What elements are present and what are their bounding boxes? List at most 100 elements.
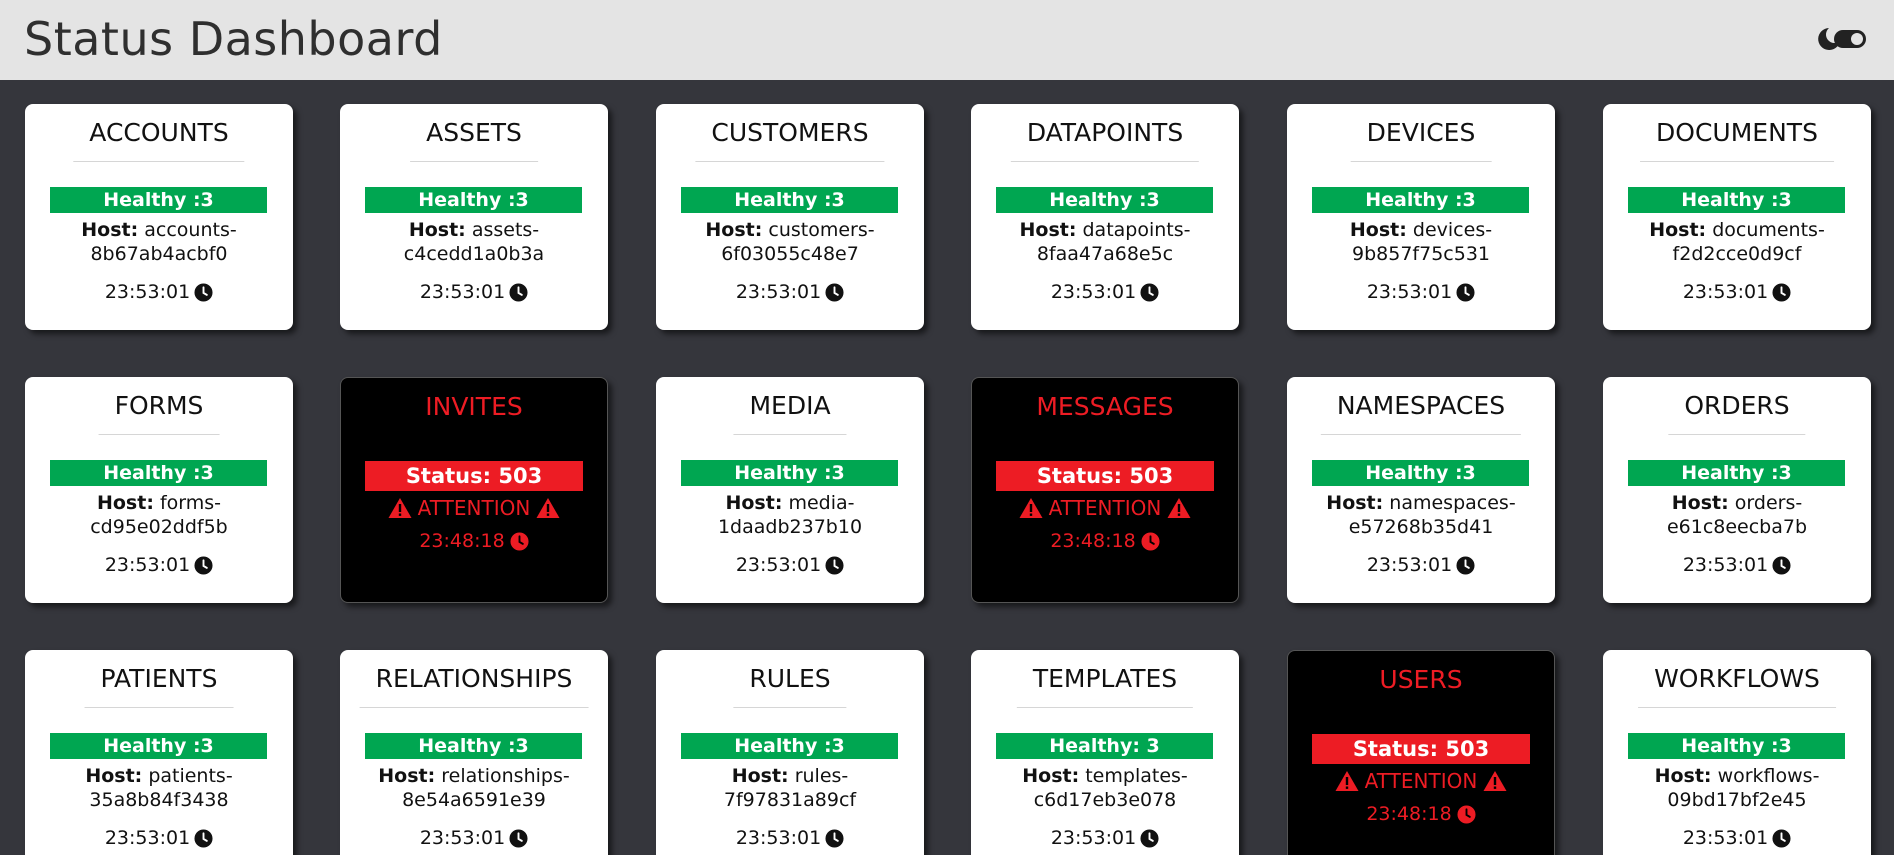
host-name-part1: templates- <box>1085 765 1188 787</box>
warning-icon <box>536 497 560 519</box>
service-name: FORMS <box>114 391 204 420</box>
service-card-forms[interactable]: FORMS Healthy :3 Host: forms-cd95e02ddf5b 2… <box>25 377 293 603</box>
attention-label: ATTENTION <box>1048 496 1162 520</box>
service-grid: ACCOUNTS Healthy :3 Host: accounts- 8b67ab4… <box>0 80 1894 855</box>
clock-icon <box>1772 555 1791 575</box>
last-check: 23:53:01 <box>1287 280 1555 304</box>
last-check-time: 23:53:01 <box>104 281 191 303</box>
service-name: USERS <box>1379 665 1463 694</box>
last-check-time: 23:48:18 <box>1366 803 1452 825</box>
last-check: 23:53:01 <box>25 553 293 577</box>
service-name: DEVICES <box>1366 118 1476 147</box>
host-name-part2: 7f97831a89cf <box>723 789 857 811</box>
service-name: ASSETS <box>426 118 522 147</box>
status-badge: Healthy :3 <box>50 733 267 759</box>
service-card-namespaces[interactable]: NAMESPACES Healthy :3 Host: namespaces-e57… <box>1287 377 1555 603</box>
host-name-part1: namespaces- <box>1389 492 1516 514</box>
clock-icon <box>825 282 844 302</box>
status-badge: Healthy :3 <box>1628 460 1845 486</box>
host-name-part2: 8e54a6591e39 <box>402 789 546 811</box>
page-title: Status Dashboard <box>24 12 443 66</box>
service-card-accounts[interactable]: ACCOUNTS Healthy :3 Host: accounts- 8b67ab4… <box>25 104 293 330</box>
warning-icon <box>388 497 412 519</box>
service-name: ACCOUNTS <box>89 118 229 147</box>
clock-icon <box>1772 828 1791 848</box>
clock-icon <box>1772 282 1791 302</box>
host-info: Host: forms-cd95e02ddf5b <box>35 491 283 539</box>
host-name-part1: relationships- <box>441 765 570 787</box>
service-card-assets[interactable]: ASSETS Healthy :3 Host: assets-c4cedd1a0b3… <box>340 104 608 330</box>
host-name-part1: devices- <box>1412 219 1493 241</box>
host-info: Host: assets-c4cedd1a0b3a <box>350 218 598 266</box>
status-badge: Healthy :3 <box>1312 460 1529 486</box>
service-card-orders[interactable]: ORDERS Healthy :3 Host: orders-e61c8eecba7… <box>1603 377 1871 603</box>
status-badge: Healthy :3 <box>365 187 582 213</box>
status-badge: Status: 503 <box>365 461 583 491</box>
clock-icon <box>1140 282 1159 302</box>
host-name-part2: c4cedd1a0b3a <box>403 243 545 265</box>
service-card-customers[interactable]: CUSTOMERS Healthy :3 Host: customers- 6f030… <box>656 104 924 330</box>
status-badge: Healthy :3 <box>681 460 898 486</box>
last-check-time: 23:53:01 <box>1682 827 1769 849</box>
last-check: 23:53:01 <box>656 280 924 304</box>
service-card-invites[interactable]: INVITES Status: 503 ATTENTION 23:48:18 <box>340 377 608 603</box>
service-card-devices[interactable]: DEVICES Healthy :3 Host: devices- 9b857f75c… <box>1287 104 1555 330</box>
service-name: DOCUMENTS <box>1656 118 1818 147</box>
host-name-part2: 6f03055c48e7 <box>721 243 859 265</box>
last-check: 23:53:01 <box>656 826 924 850</box>
title-divider <box>1640 161 1834 162</box>
service-name: RELATIONSHIPS <box>375 664 573 693</box>
service-card-workflows[interactable]: WORKFLOWS Healthy :3 Host: workflows- 09bd1… <box>1603 650 1871 855</box>
status-badge: Healthy :3 <box>50 460 267 486</box>
theme-toggle-icon[interactable] <box>1816 26 1868 52</box>
last-check: 23:48:18 <box>1288 802 1554 826</box>
host-info: Host: workflows- 09bd17bf2e45 <box>1613 764 1861 812</box>
host-info: Host: namespaces-e57268b35d41 <box>1297 491 1545 539</box>
service-card-users[interactable]: USERS Status: 503 ATTENTION 23:48:18 <box>1287 650 1555 855</box>
last-check: 23:48:18 <box>972 529 1238 553</box>
last-check-time: 23:53:01 <box>419 827 506 849</box>
host-name-part1: assets- <box>471 219 540 241</box>
service-card-rules[interactable]: RULES Healthy :3 Host: rules- 7f97831a89cf 2… <box>656 650 924 855</box>
last-check-time: 23:53:01 <box>104 554 191 576</box>
last-check: 23:53:01 <box>25 826 293 850</box>
last-check-time: 23:53:01 <box>1050 827 1137 849</box>
service-name: MESSAGES <box>1036 392 1174 421</box>
host-label: Host: <box>725 492 783 514</box>
clock-icon <box>194 282 213 302</box>
title-divider <box>84 707 234 708</box>
title-divider <box>1320 434 1522 435</box>
service-card-documents[interactable]: DOCUMENTS Healthy :3 Host: documents-f2d2c… <box>1603 104 1871 330</box>
host-label: Host: <box>1022 765 1080 787</box>
last-check: 23:53:01 <box>1603 553 1871 577</box>
warning-icon <box>1019 497 1043 519</box>
title-divider <box>1350 161 1492 162</box>
service-card-templates[interactable]: TEMPLATES Healthy: 3 Host: templates-c6d17… <box>971 650 1239 855</box>
service-card-relationships[interactable]: RELATIONSHIPS Healthy :3 Host: relationshi… <box>340 650 608 855</box>
host-name-part1: documents- <box>1712 219 1825 241</box>
host-info: Host: accounts- 8b67ab4acbf0 <box>35 218 283 266</box>
host-info: Host: devices- 9b857f75c531 <box>1297 218 1545 266</box>
title-divider <box>1638 707 1836 708</box>
status-badge: Healthy: 3 <box>996 733 1213 759</box>
attention-row: ATTENTION <box>1288 768 1554 794</box>
host-label: Host: <box>1654 765 1712 787</box>
last-check-time: 23:53:01 <box>1682 554 1769 576</box>
host-label: Host: <box>408 219 466 241</box>
clock-icon <box>1141 531 1160 551</box>
host-name-part2: e57268b35d41 <box>1348 516 1494 538</box>
clock-icon <box>1140 828 1159 848</box>
clock-icon <box>825 555 844 575</box>
service-card-messages[interactable]: MESSAGES Status: 503 ATTENTION 23:48:18 <box>971 377 1239 603</box>
last-check-time: 23:53:01 <box>104 827 191 849</box>
host-name-part1: media- <box>788 492 855 514</box>
clock-icon <box>1457 804 1476 824</box>
host-info: Host: datapoints- 8faa47a68e5c <box>981 218 1229 266</box>
clock-icon <box>1456 282 1475 302</box>
last-check: 23:53:01 <box>1287 553 1555 577</box>
service-card-media[interactable]: MEDIA Healthy :3 Host: media- 1daadb237b10 2… <box>656 377 924 603</box>
service-card-patients[interactable]: PATIENTS Healthy :3 Host: patients- 35a8b84… <box>25 650 293 855</box>
host-info: Host: documents-f2d2cce0d9cf <box>1613 218 1861 266</box>
service-card-datapoints[interactable]: DATAPOINTS Healthy :3 Host: datapoints- 8fa… <box>971 104 1239 330</box>
host-name-part1: datapoints- <box>1082 219 1191 241</box>
